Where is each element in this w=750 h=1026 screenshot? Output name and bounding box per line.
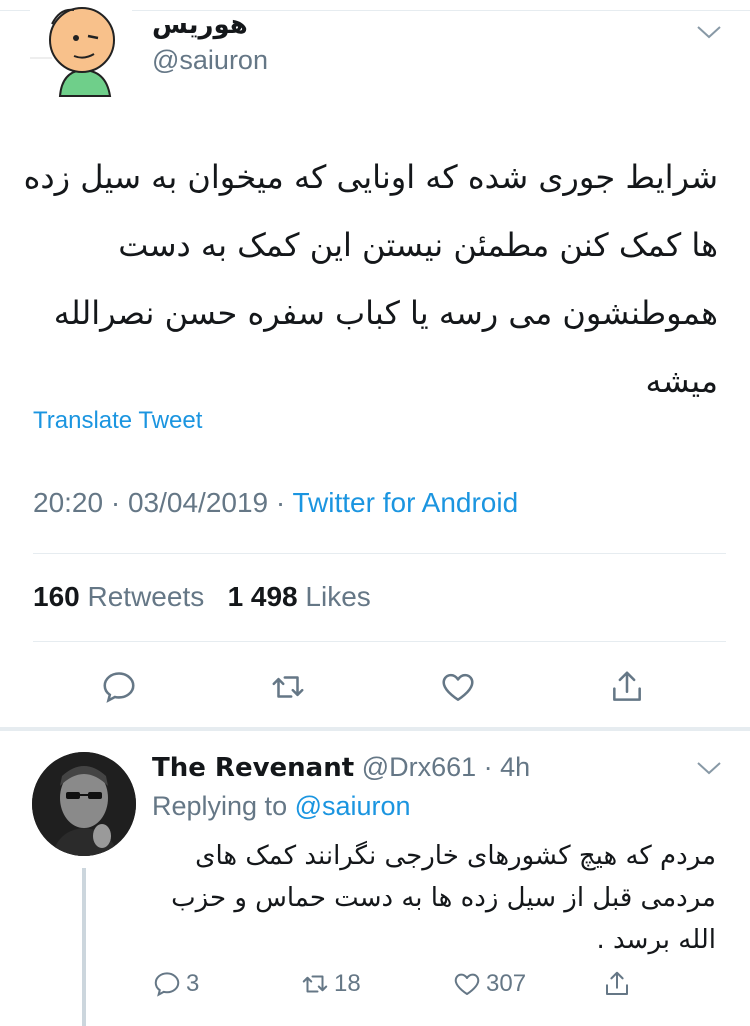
reply-reply-button[interactable]: 3 [152, 966, 199, 1002]
likes-count: 1 498 [227, 581, 298, 612]
reply-author-name[interactable]: The Revenant [152, 753, 354, 783]
section-divider [0, 727, 750, 731]
reply-text: مردم که هیچ کشورهای خارجی نگرانند کمک ها… [171, 841, 716, 955]
reply-share-button[interactable] [602, 966, 636, 1002]
tweet-date: 03/04/2019 [127, 487, 269, 518]
chevron-down-icon[interactable] [694, 22, 724, 42]
like-count: 307 [486, 970, 527, 997]
meta-dot: · [275, 487, 293, 518]
meta-dot: · [110, 487, 128, 518]
tweet-time: 20:20 [33, 487, 104, 518]
share-icon [606, 971, 628, 995]
reply-icon [154, 972, 180, 997]
retweet-count: 18 [334, 970, 361, 997]
author-name[interactable]: هوریس [152, 10, 248, 40]
retweets-count: 160 [33, 581, 80, 612]
tweet-meta: 20:20 · 03/04/2019 · Twitter for Android [33, 487, 518, 519]
reply-author-avatar[interactable] [32, 752, 136, 856]
retweets-stat[interactable]: 160 Retweets [33, 581, 204, 612]
reply-retweet-button[interactable]: 18 [300, 966, 361, 1002]
divider [33, 641, 726, 642]
reply-icon[interactable] [99, 667, 139, 707]
reply-author-handle[interactable]: @Drx661 [362, 752, 476, 782]
tweet-stats: 160 Retweets 1 498 Likes [33, 581, 371, 613]
translate-tweet-link[interactable]: Translate Tweet [33, 407, 202, 435]
author-avatar[interactable] [30, 0, 132, 98]
chevron-down-icon[interactable] [694, 758, 724, 778]
reply-like-button[interactable]: 307 [452, 966, 526, 1002]
divider [33, 553, 726, 554]
tweet-source-link[interactable]: Twitter for Android [293, 487, 519, 518]
meta-dot: · [476, 752, 501, 782]
replying-to: Replying to @saiuron [152, 791, 411, 822]
like-icon[interactable] [438, 667, 478, 707]
author-handle[interactable]: @saiuron [152, 45, 268, 76]
likes-stat[interactable]: 1 498 Likes [228, 581, 371, 612]
retweets-label: Retweets [87, 581, 205, 612]
likes-label: Likes [305, 581, 371, 612]
retweet-icon [302, 975, 328, 993]
replying-label: Replying to [152, 791, 288, 821]
like-icon [454, 973, 480, 995]
retweet-icon[interactable] [268, 667, 308, 707]
reply-age: 4h [500, 752, 531, 782]
reply-header: The Revenant @Drx661 · 4h [152, 752, 530, 783]
share-icon[interactable] [607, 667, 647, 707]
thread-line [82, 868, 86, 1026]
replying-to-handle[interactable]: @saiuron [295, 791, 411, 821]
tweet-text: شرایط جوری شده که اونایی که میخوان به سی… [23, 158, 718, 400]
reply-count: 3 [186, 970, 200, 997]
